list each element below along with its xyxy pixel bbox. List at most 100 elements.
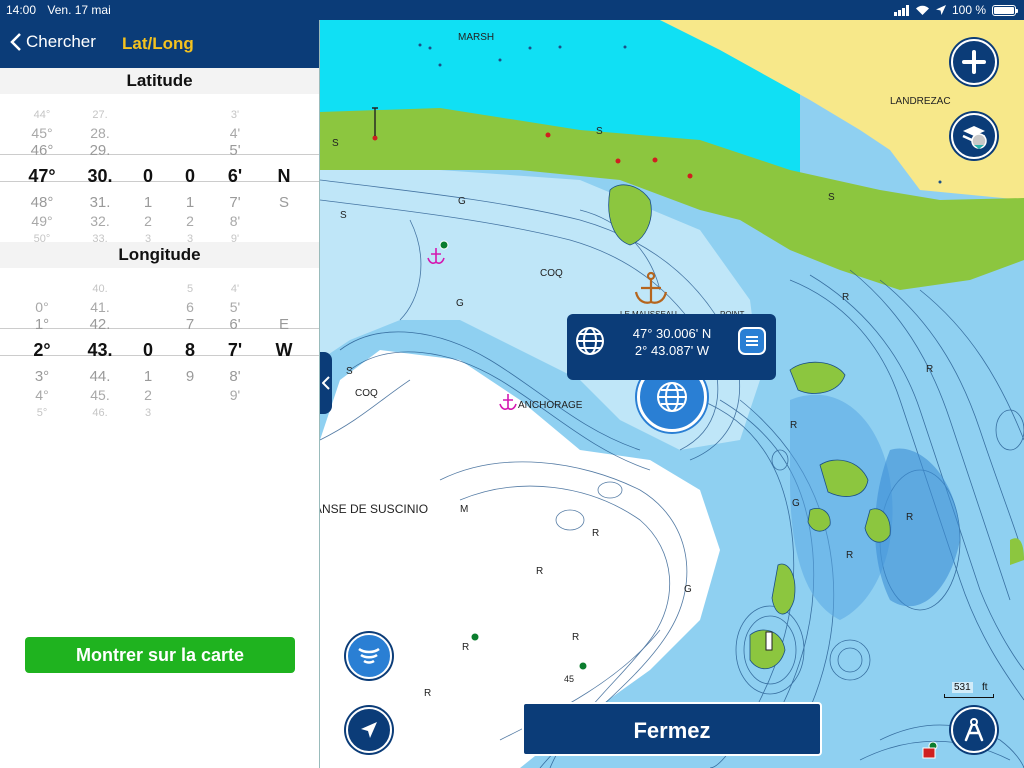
- map-label-r: R: [790, 420, 798, 431]
- latitude-wheel-1-cell: 27.: [92, 109, 108, 121]
- cellular-signal-icon: [893, 4, 909, 16]
- latitude-wheel-0-cell: 50°: [33, 233, 51, 242]
- map-label-g: G: [456, 298, 464, 309]
- scale-bar: 531 ft: [944, 682, 994, 698]
- map-label-s: S: [346, 366, 353, 377]
- map-label-r: R: [424, 688, 432, 699]
- location-arrow-icon: [935, 5, 946, 15]
- scale-value: 531: [952, 682, 973, 693]
- latitude-wheel-0-cell: 46°: [30, 142, 54, 159]
- latitude-heading: Latitude: [0, 68, 319, 94]
- longitude-wheel-4-cell: 4': [230, 283, 240, 295]
- longitude-wheel-0-cell: 4°: [35, 387, 49, 403]
- longitude-wheel-4-cell: 9': [229, 387, 241, 403]
- latitude-picker[interactable]: 44° 45° 46° 47° 48° 49° 50° 27. 28. 29. 30. 31. 32. 3…: [0, 94, 319, 242]
- longitude-wheel-0-cell: 5°: [36, 407, 48, 416]
- map-label-r: R: [536, 566, 544, 577]
- map-label-marsh: MARSH: [458, 32, 495, 43]
- sonar-button[interactable]: [346, 633, 392, 679]
- map-label-anchorage: ANCHORAGE: [518, 400, 583, 411]
- latitude-wheel-4-cell: 8': [229, 213, 241, 229]
- chevron-left-icon: [322, 376, 330, 390]
- longitude-heading: Longitude: [0, 242, 319, 268]
- map-label-coq: COQ: [355, 388, 378, 399]
- longitude-wheel-0-cell: 3°: [34, 368, 50, 385]
- longitude-picker[interactable]: 0° 1° 2° 3° 4° 5° 40. 41. 42. 43. 44. 45. 46. 0 1 2 3 5 6 7…: [0, 268, 319, 416]
- panel-nav-bar: Chercher Lat/Long: [0, 20, 319, 68]
- latitude-wheel-1-cell: 29.: [89, 142, 111, 159]
- sonar-waves-icon: [358, 647, 380, 664]
- map-label-depth: 45: [564, 674, 575, 684]
- map-label-anse-de-suscinio: ANSE DE SUSCINIO: [320, 502, 429, 516]
- map-label-r: R: [592, 528, 600, 539]
- latlong-panel: Chercher Lat/Long Latitude 44° 45° 46° 47° 4…: [0, 20, 320, 768]
- longitude-wheel-1-cell: 40.: [92, 283, 108, 295]
- map-label-r: R: [572, 632, 580, 643]
- latitude-wheel-4-cell: 9': [230, 233, 240, 242]
- longitude-wheel-0-cell: 1°: [34, 316, 50, 333]
- status-date: Ven. 17 mai: [47, 3, 111, 17]
- scale-unit: ft: [982, 682, 988, 693]
- map-label-s: S: [340, 210, 347, 221]
- map-label-s: S: [332, 138, 339, 149]
- latitude-wheel-5-cell: S: [278, 194, 289, 211]
- longitude-wheel-5-cell: W: [275, 340, 293, 360]
- latitude-wheel-0-cell: 48°: [30, 194, 54, 211]
- map-label-coq: COQ: [540, 268, 563, 279]
- chevron-left-icon: [10, 33, 21, 51]
- show-on-map-button[interactable]: Montrer sur la carte: [25, 637, 295, 673]
- battery-icon: [992, 4, 1018, 16]
- map-label-r: R: [462, 642, 470, 653]
- longitude-wheel-0-cell: 0°: [35, 299, 49, 315]
- plus-icon: [962, 50, 986, 74]
- latitude-wheel-5-cell: N: [277, 166, 291, 186]
- map-label-r: R: [926, 364, 934, 375]
- latitude-wheel-0-cell: 49°: [31, 213, 53, 229]
- back-label: Chercher: [26, 32, 96, 51]
- map-label-m: M: [460, 504, 469, 515]
- map-label-g: G: [684, 584, 692, 595]
- panel-title: Lat/Long: [122, 34, 194, 53]
- zoom-in-button[interactable]: [951, 39, 997, 85]
- map-label-s: S: [828, 192, 835, 203]
- latitude-wheel-4-cell: 4': [229, 125, 241, 141]
- longitude-wheel-2-cell: 3: [144, 407, 152, 416]
- close-button[interactable]: Fermez: [522, 702, 822, 756]
- coordinate-popup[interactable]: 47° 30.006' N 2° 43.087' W: [567, 314, 776, 380]
- popup-latitude: 47° 30.006' N: [632, 326, 712, 341]
- globe-icon: [576, 327, 604, 355]
- latitude-wheel-4-cell: 5': [229, 142, 241, 159]
- map-label-g: G: [792, 498, 800, 509]
- collapse-panel-tab[interactable]: [320, 352, 332, 414]
- wifi-icon: [915, 5, 929, 15]
- status-time: 14:00: [6, 3, 37, 17]
- route-button[interactable]: [951, 707, 997, 753]
- map-label-r: R: [846, 550, 854, 561]
- longitude-wheel-0-cell: 2°: [33, 340, 51, 360]
- compass-divider-icon: [964, 718, 984, 742]
- navigation-arrow-icon: [361, 722, 377, 738]
- latitude-wheel-4-cell: 3': [230, 109, 240, 121]
- layers-icon: [962, 126, 987, 149]
- map-label-landrezac: LANDREZAC: [890, 96, 951, 107]
- latitude-wheel-0-cell: 47°: [28, 166, 56, 186]
- longitude-wheel-4-cell: 8': [229, 368, 241, 385]
- longitude-wheel-1-cell: 41.: [90, 299, 110, 315]
- layers-button[interactable]: [951, 113, 997, 159]
- latitude-wheel-0-cell: 45°: [31, 125, 53, 141]
- longitude-wheel-1-cell: 42.: [89, 316, 111, 333]
- longitude-wheel-2-cell: 2: [144, 387, 152, 403]
- latitude-wheel-0-cell: 44°: [33, 109, 51, 121]
- center-location-button[interactable]: [346, 707, 392, 753]
- status-bar: 14:00 Ven. 17 mai 100 %: [0, 0, 1024, 20]
- longitude-wheel-5-cell: E: [278, 316, 289, 333]
- latitude-wheel-1-cell: 28.: [90, 125, 110, 141]
- map-label-g: G: [458, 196, 466, 207]
- map-label-r: R: [906, 512, 914, 523]
- details-button[interactable]: [738, 327, 766, 355]
- longitude-wheel-4-cell: 5': [229, 299, 241, 315]
- back-button[interactable]: Chercher: [10, 32, 96, 52]
- map-label-r: R: [842, 292, 850, 303]
- popup-longitude: 2° 43.087' W: [634, 343, 710, 358]
- map-label-s: S: [596, 126, 603, 137]
